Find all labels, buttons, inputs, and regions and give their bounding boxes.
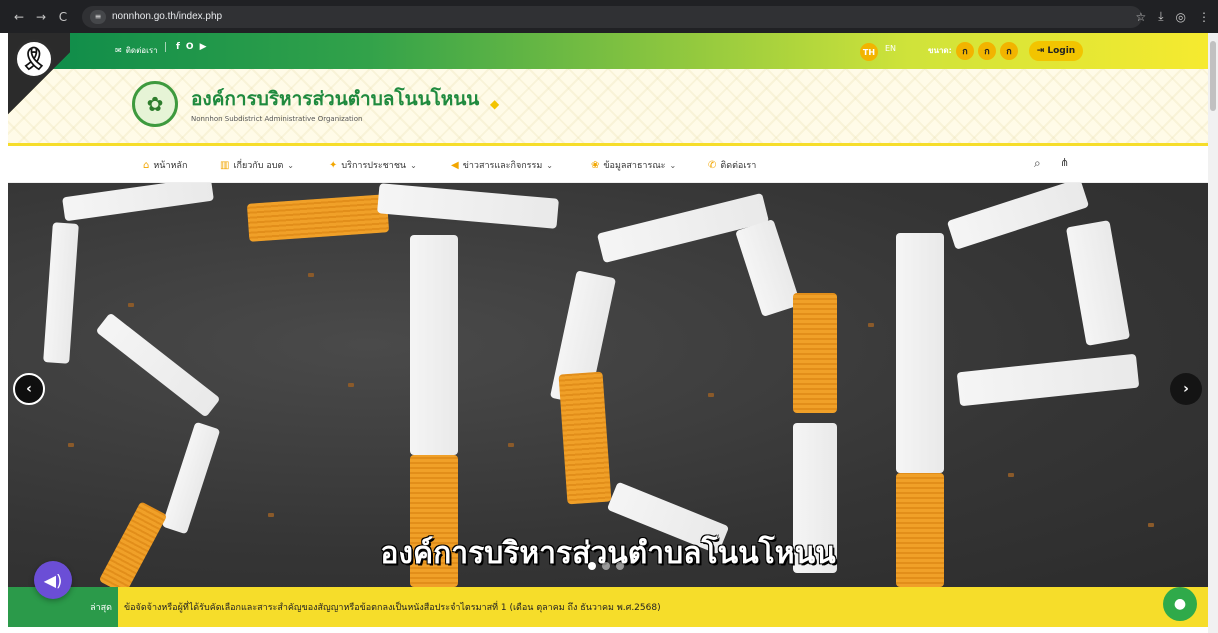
flower-icon: ❀ (591, 159, 600, 171)
chevron-down-icon: ⌄ (546, 160, 553, 170)
phone-icon: ✆ (708, 159, 717, 171)
top-contact-label: ติดต่อเรา (125, 46, 158, 55)
megaphone-icon: ◀ (451, 159, 459, 171)
tobacco-fleck (348, 383, 354, 387)
header-pattern (8, 69, 1208, 143)
reload-icon[interactable]: C (54, 8, 72, 26)
social-links: f O ▶ (165, 42, 207, 52)
sparkle-icon: ◆ (490, 97, 500, 111)
browser-menu-icon[interactable]: ⋮ (1198, 10, 1210, 24)
lang-th-button[interactable]: TH (860, 43, 878, 61)
people-icon: ✦ (329, 159, 338, 171)
back-icon[interactable]: ← (10, 8, 28, 26)
website: 🎗 ✉ ติดต่อเรา f O ▶ TH EN ขนาด: ก ก ก ⇥ … (8, 33, 1208, 633)
cigarette-filter-shape (558, 371, 612, 505)
main-menu: ⌂ หน้าหลัก ▥ เกี่ยวกับ อบต ⌄ ✦ บริการประ… (8, 143, 1208, 183)
tobacco-fleck (308, 273, 314, 277)
search-icon[interactable]: ⌕ (1034, 156, 1041, 171)
menu-item-about[interactable]: ▥ เกี่ยวกับ อบต ⌄ (220, 158, 294, 172)
font-size-label: ขนาด: (928, 46, 952, 55)
site-header: ✿ องค์การบริหารส่วนตำบลโนนโหนน ◆ Nonnhon… (8, 69, 1208, 143)
chat-button[interactable]: ● (1163, 587, 1197, 621)
tobacco-fleck (508, 443, 514, 447)
cigarette-shape (410, 235, 458, 455)
carousel-dot[interactable] (616, 562, 624, 570)
chevron-down-icon: ⌄ (287, 160, 294, 170)
login-button[interactable]: ⇥ Login (1029, 41, 1083, 61)
page-scrollbar[interactable] (1208, 33, 1218, 633)
home-icon: ⌂ (143, 159, 150, 171)
tobacco-fleck (1008, 473, 1014, 477)
black-ribbon-icon: 🎗 (14, 39, 54, 79)
star-icon[interactable]: ☆ (1135, 10, 1146, 24)
menu-item-label: หน้าหลัก (153, 161, 188, 171)
scrollbar-thumb[interactable] (1210, 41, 1216, 111)
text-to-speech-button[interactable]: ◀) (34, 561, 72, 599)
profile-icon[interactable]: ◎ (1176, 10, 1186, 24)
chevron-down-icon: ⌄ (669, 160, 677, 170)
download-icon[interactable]: ⤓ (1158, 9, 1163, 24)
carousel-dot[interactable] (602, 562, 610, 570)
tobacco-fleck (1148, 523, 1154, 527)
menu-item-home[interactable]: ⌂ หน้าหลัก (143, 158, 187, 172)
menu-item-news[interactable]: ◀ ข่าวสารและกิจกรรม ⌄ (451, 158, 553, 172)
building-icon: ▥ (220, 159, 230, 171)
org-logo[interactable]: ✿ (132, 81, 178, 127)
menu-item-label: ข่าวสารและกิจกรรม (462, 161, 543, 171)
carousel-dot[interactable] (588, 562, 596, 570)
menu-item-label: เกี่ยวกับ อบต (233, 161, 284, 171)
carousel-prev-button[interactable]: ‹ (13, 373, 45, 405)
tobacco-fleck (128, 303, 134, 307)
forward-icon[interactable]: → (32, 8, 50, 26)
cigarette-filter-shape (793, 293, 837, 413)
menu-item-services[interactable]: ✦ บริการประชาชน ⌄ (329, 158, 417, 172)
sitemap-icon[interactable]: ⋔ (1060, 156, 1069, 169)
font-size-medium-button[interactable]: ก (978, 42, 996, 60)
menu-item-label: ติดต่อเรา (720, 161, 757, 171)
news-ticker: ล่าสุด ข้อจัดจ้างหรือผู้ที่ได้รับคัดเลือ… (8, 587, 1208, 627)
ticker-text[interactable]: ข้อจัดจ้างหรือผู้ที่ได้รับคัดเลือกและสาร… (124, 600, 661, 614)
mail-icon: ✉ (115, 46, 122, 55)
chevron-down-icon: ⌄ (410, 160, 417, 170)
tobacco-fleck (868, 323, 874, 327)
login-icon: ⇥ (1036, 46, 1045, 56)
tobacco-fleck (708, 393, 714, 397)
login-label: Login (1047, 46, 1076, 56)
tobacco-fleck (68, 443, 74, 447)
cigarette-shape (896, 233, 944, 473)
facebook-icon[interactable]: f (176, 42, 180, 52)
lang-en-button[interactable]: EN (885, 44, 896, 53)
org-name-en: Nonnhon Subdistrict Administrative Organ… (191, 115, 363, 123)
browser-toolbar: ← → C ≡ nonnhon.go.th/index.php ☆ ⤓ ◎ ⋮ (0, 0, 1218, 33)
url-text[interactable]: nonnhon.go.th/index.php (112, 11, 222, 22)
menu-item-label: บริการประชาชน (341, 161, 407, 171)
menu-item-public-info[interactable]: ❀ ข้อมูลสาธารณะ ⌄ (591, 158, 676, 172)
font-size-small-button[interactable]: ก (956, 42, 974, 60)
tobacco-fleck (268, 513, 274, 517)
mourning-corner: 🎗 (8, 33, 70, 119)
divider (165, 42, 166, 52)
hero-carousel: ‹ › องค์การบริหารส่วนตำบลโนนโหนน (8, 183, 1208, 587)
line-icon[interactable]: O (186, 42, 194, 52)
carousel-next-button[interactable]: › (1170, 373, 1202, 405)
top-contact-link[interactable]: ✉ ติดต่อเรา (115, 44, 158, 57)
org-name-th: องค์การบริหารส่วนตำบลโนนโหนน (191, 88, 480, 110)
menu-item-label: ข้อมูลสาธารณะ (603, 161, 666, 171)
font-size-large-button[interactable]: ก (1000, 42, 1018, 60)
address-bar[interactable]: ≡ nonnhon.go.th/index.php (82, 5, 1142, 28)
site-info-icon[interactable]: ≡ (90, 9, 106, 24)
menu-item-contact[interactable]: ✆ ติดต่อเรา (708, 158, 756, 172)
youtube-icon[interactable]: ▶ (200, 42, 207, 52)
carousel-indicators (588, 562, 624, 570)
